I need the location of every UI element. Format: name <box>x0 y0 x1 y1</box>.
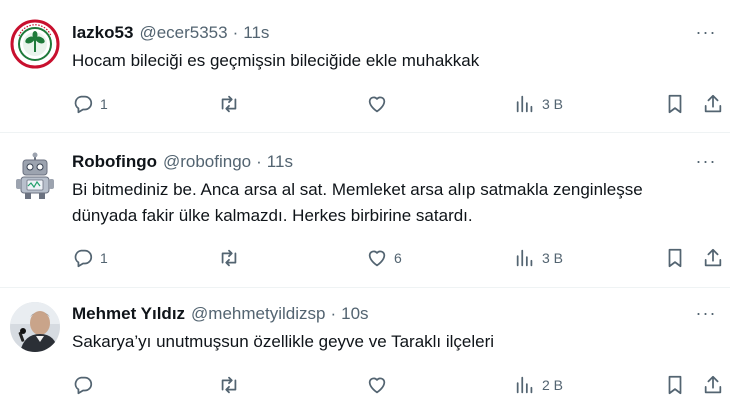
views-button[interactable]: 3 B <box>514 92 563 116</box>
views-count: 2 B <box>542 377 564 393</box>
timestamp[interactable]: 11s <box>243 23 269 43</box>
heart-icon <box>368 96 386 113</box>
author-handle[interactable]: @robofingo <box>163 152 251 172</box>
separator: · <box>330 304 337 323</box>
reply-button[interactable]: 1 <box>72 92 108 116</box>
author-name[interactable]: lazko53 <box>72 23 133 43</box>
retweet-button[interactable] <box>218 246 246 270</box>
more-options-icon[interactable]: ··· <box>694 303 718 323</box>
avatar[interactable] <box>10 19 60 69</box>
tweet-header: Robofingo @robofingo · 11s <box>72 151 293 173</box>
views-chart-icon <box>516 249 533 267</box>
tweet-text: Sakarya’yı unutmuşsun özellikle geyve ve… <box>72 332 495 351</box>
tweet-text: Bi bitmediniz be. Anca arsa al sat. Meml… <box>72 180 643 225</box>
retweet-icon <box>221 249 237 267</box>
retweet-button[interactable] <box>218 373 246 397</box>
action-bar: 1 3 B <box>72 92 722 116</box>
reply-icon <box>74 249 93 268</box>
bookmark-button[interactable] <box>664 92 686 116</box>
share-icon <box>704 248 722 267</box>
reply-icon <box>74 376 93 395</box>
timestamp[interactable]: 10s <box>341 304 368 324</box>
heart-icon <box>368 377 386 394</box>
bookmark-icon <box>668 248 682 268</box>
person-photo-icon <box>10 302 60 352</box>
separator: · <box>256 152 262 171</box>
more-options-icon[interactable]: ··· <box>694 151 718 171</box>
reply-icon <box>74 95 93 114</box>
tweet-header: Mehmet Yıldız @mehmetyildizsp · 10s <box>72 303 369 325</box>
club-crest-icon <box>10 19 60 69</box>
views-button[interactable]: 3 B <box>514 246 563 270</box>
tweet-item[interactable]: lazko53 @ecer5353 · 11s ··· Hocam bileci… <box>0 0 730 133</box>
action-bar: 2 B <box>72 373 722 397</box>
views-count: 3 B <box>542 96 564 112</box>
bookmark-button[interactable] <box>664 373 686 397</box>
tweet-text: Hocam bileciği es geçmişsin bileciğide e… <box>72 51 480 70</box>
reply-button[interactable]: 1 <box>72 246 108 270</box>
author-handle[interactable]: @mehmetyildizsp <box>191 304 325 324</box>
tweet-header: lazko53 @ecer5353 · 11s <box>72 22 269 44</box>
retweet-icon <box>221 376 237 394</box>
reply-feed: lazko53 @ecer5353 · 11s ··· Hocam bileci… <box>0 0 730 420</box>
views-chart-icon <box>516 95 533 113</box>
views-button[interactable]: 2 B <box>514 373 563 397</box>
action-bar: 1 6 3 B <box>72 246 722 270</box>
reply-button[interactable] <box>72 373 100 397</box>
more-options-icon[interactable]: ··· <box>694 22 718 42</box>
timestamp[interactable]: 11s <box>267 152 293 172</box>
like-button[interactable]: 6 <box>366 246 402 270</box>
tweet-item[interactable]: Robofingo @robofingo · 11s ··· Bi bitmed… <box>0 133 730 288</box>
reply-count: 1 <box>100 250 108 266</box>
heart-icon <box>368 250 386 267</box>
share-icon <box>704 375 722 394</box>
like-button[interactable] <box>366 373 394 397</box>
share-button[interactable] <box>702 246 724 270</box>
avatar[interactable] <box>10 302 60 352</box>
tweet-item[interactable]: Mehmet Yıldız @mehmetyildizsp · 10s ··· … <box>0 288 730 420</box>
like-button[interactable] <box>366 92 394 116</box>
reply-count: 1 <box>100 96 108 112</box>
avatar[interactable] <box>10 151 60 201</box>
author-name[interactable]: Robofingo <box>72 152 157 172</box>
retweet-button[interactable] <box>218 92 246 116</box>
like-count: 6 <box>394 250 402 266</box>
share-button[interactable] <box>702 373 724 397</box>
retweet-icon <box>221 95 237 113</box>
share-icon <box>704 94 722 113</box>
robot-icon <box>10 151 60 201</box>
bookmark-icon <box>668 94 682 114</box>
bookmark-icon <box>668 375 682 395</box>
separator: · <box>232 23 239 42</box>
views-chart-icon <box>516 376 533 394</box>
author-name[interactable]: Mehmet Yıldız <box>72 304 185 324</box>
author-handle[interactable]: @ecer5353 <box>139 23 227 43</box>
bookmark-button[interactable] <box>664 246 686 270</box>
views-count: 3 B <box>542 250 564 266</box>
share-button[interactable] <box>702 92 724 116</box>
